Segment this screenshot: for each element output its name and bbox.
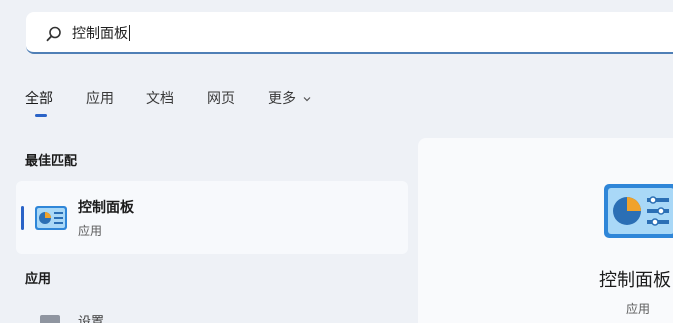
preview-pane: 控制面板 应用 xyxy=(418,138,673,323)
search-input[interactable]: 控制面板 xyxy=(72,23,130,43)
list-item-label: 设置 xyxy=(78,315,105,323)
settings-icon xyxy=(40,315,60,323)
search-input-value: 控制面板 xyxy=(72,26,128,42)
best-match-subtitle: 应用 xyxy=(78,224,103,238)
tab-more[interactable]: 更多 xyxy=(268,88,311,108)
control-panel-icon xyxy=(604,184,673,238)
search-box[interactable]: 控制面板 xyxy=(26,12,673,54)
tab-documents[interactable]: 文档 xyxy=(146,88,174,108)
tab-apps[interactable]: 应用 xyxy=(86,88,114,108)
tab-documents-label: 文档 xyxy=(146,91,174,107)
chevron-down-icon xyxy=(304,97,311,102)
tab-more-label: 更多 xyxy=(268,91,296,107)
list-item[interactable]: 设置 xyxy=(26,309,326,323)
control-panel-icon xyxy=(35,206,67,230)
best-match-heading: 最佳匹配 xyxy=(25,154,78,169)
tab-web-label: 网页 xyxy=(207,91,235,107)
apps-heading: 应用 xyxy=(25,272,52,287)
tab-apps-label: 应用 xyxy=(86,91,114,107)
best-match-result[interactable]: 控制面板 应用 xyxy=(16,181,408,254)
selection-indicator xyxy=(21,206,24,230)
search-icon xyxy=(46,26,61,42)
preview-title: 控制面板 xyxy=(599,270,671,291)
active-tab-indicator xyxy=(35,114,47,117)
tab-web[interactable]: 网页 xyxy=(207,88,235,108)
preview-subtitle: 应用 xyxy=(626,302,651,316)
best-match-title: 控制面板 xyxy=(78,200,134,216)
tab-all-label: 全部 xyxy=(25,91,53,107)
tab-all[interactable]: 全部 xyxy=(25,88,53,117)
text-caret xyxy=(129,25,130,41)
